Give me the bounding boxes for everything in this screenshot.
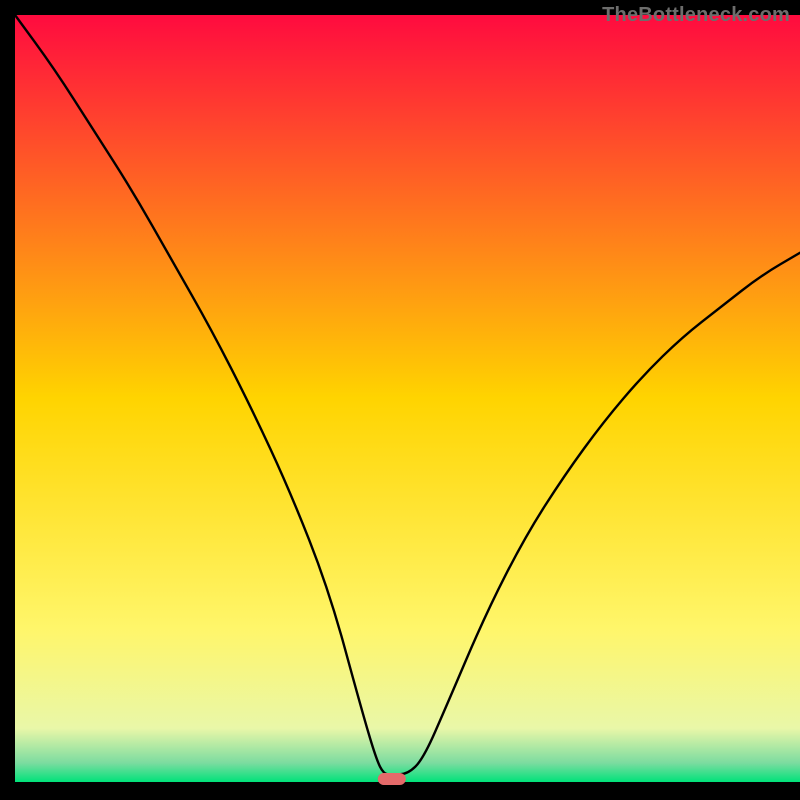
optimal-point-marker [378, 773, 406, 785]
bottleneck-chart [0, 0, 800, 800]
plot-background [15, 15, 800, 782]
watermark-text: TheBottleneck.com [602, 4, 790, 27]
chart-container: TheBottleneck.com [0, 0, 800, 800]
